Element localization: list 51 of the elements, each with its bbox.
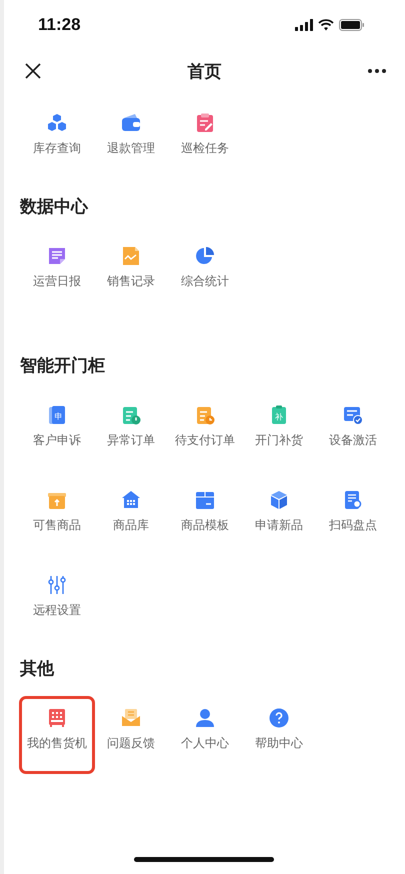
close-icon bbox=[24, 62, 42, 80]
menu-item[interactable]: 巡检任务 bbox=[168, 102, 242, 178]
section-title: 智能开门柜 bbox=[20, 355, 106, 378]
more-button[interactable] bbox=[367, 68, 387, 74]
box-icon bbox=[194, 489, 216, 511]
cubes-icon bbox=[46, 112, 68, 134]
person-icon bbox=[194, 707, 216, 729]
wallet-icon bbox=[120, 112, 142, 134]
status-time: 11:28 bbox=[38, 15, 81, 35]
page-title: 首页 bbox=[188, 60, 222, 82]
device-check-icon bbox=[342, 404, 364, 426]
pie-chart-icon bbox=[194, 245, 216, 267]
clipboard-pen-icon bbox=[194, 112, 216, 134]
more-icon bbox=[367, 68, 387, 74]
menu-item[interactable]: 可售商品 bbox=[20, 479, 94, 555]
menu-item[interactable]: 商品模板 bbox=[168, 479, 242, 555]
menu-item[interactable]: 帮助中心 bbox=[242, 697, 316, 773]
envelope-icon bbox=[120, 707, 142, 729]
menu-item[interactable]: 问题反馈 bbox=[94, 697, 168, 773]
menu-item[interactable]: 库存查询 bbox=[20, 102, 94, 178]
close-button[interactable] bbox=[24, 62, 42, 80]
menu-item[interactable]: 个人中心 bbox=[168, 697, 242, 773]
note-icon bbox=[46, 245, 68, 267]
signal-icon bbox=[295, 19, 313, 31]
warehouse-icon bbox=[120, 489, 142, 511]
help-icon bbox=[268, 707, 290, 729]
vending-machine-icon bbox=[46, 707, 68, 729]
section-title: 其他 bbox=[20, 658, 56, 681]
menu-item[interactable]: 我的售货机 bbox=[20, 697, 94, 773]
chart-document-icon bbox=[120, 245, 142, 267]
cube-icon bbox=[268, 489, 290, 511]
menu-item[interactable]: 扫码盘点 bbox=[316, 479, 390, 555]
menu-item[interactable]: 商品库 bbox=[94, 479, 168, 555]
battery-icon bbox=[339, 19, 365, 31]
menu-item[interactable]: 运营日报 bbox=[20, 235, 94, 311]
menu-item[interactable]: 远程设置 bbox=[20, 564, 94, 640]
menu-item[interactable]: 补 开门补货 bbox=[242, 394, 316, 470]
menu-item[interactable]: 退款管理 bbox=[94, 102, 168, 178]
sliders-icon bbox=[46, 574, 68, 596]
section-title: 数据中心 bbox=[20, 196, 90, 219]
menu-item[interactable]: 设备激活 bbox=[316, 394, 390, 470]
menu-item[interactable]: 申请新品 bbox=[242, 479, 316, 555]
menu-item[interactable]: 异常订单 bbox=[94, 394, 168, 470]
wifi-icon bbox=[318, 19, 334, 31]
menu-item[interactable]: 申 客户申诉 bbox=[20, 394, 94, 470]
menu-item[interactable]: 待支付订单 bbox=[168, 394, 242, 470]
menu-item[interactable]: 销售记录 bbox=[94, 235, 168, 311]
clipboard-alert-icon bbox=[120, 404, 142, 426]
menu-item[interactable]: 综合统计 bbox=[168, 235, 242, 311]
clipboard-clock-icon bbox=[194, 404, 216, 426]
document-search-icon bbox=[342, 489, 364, 511]
